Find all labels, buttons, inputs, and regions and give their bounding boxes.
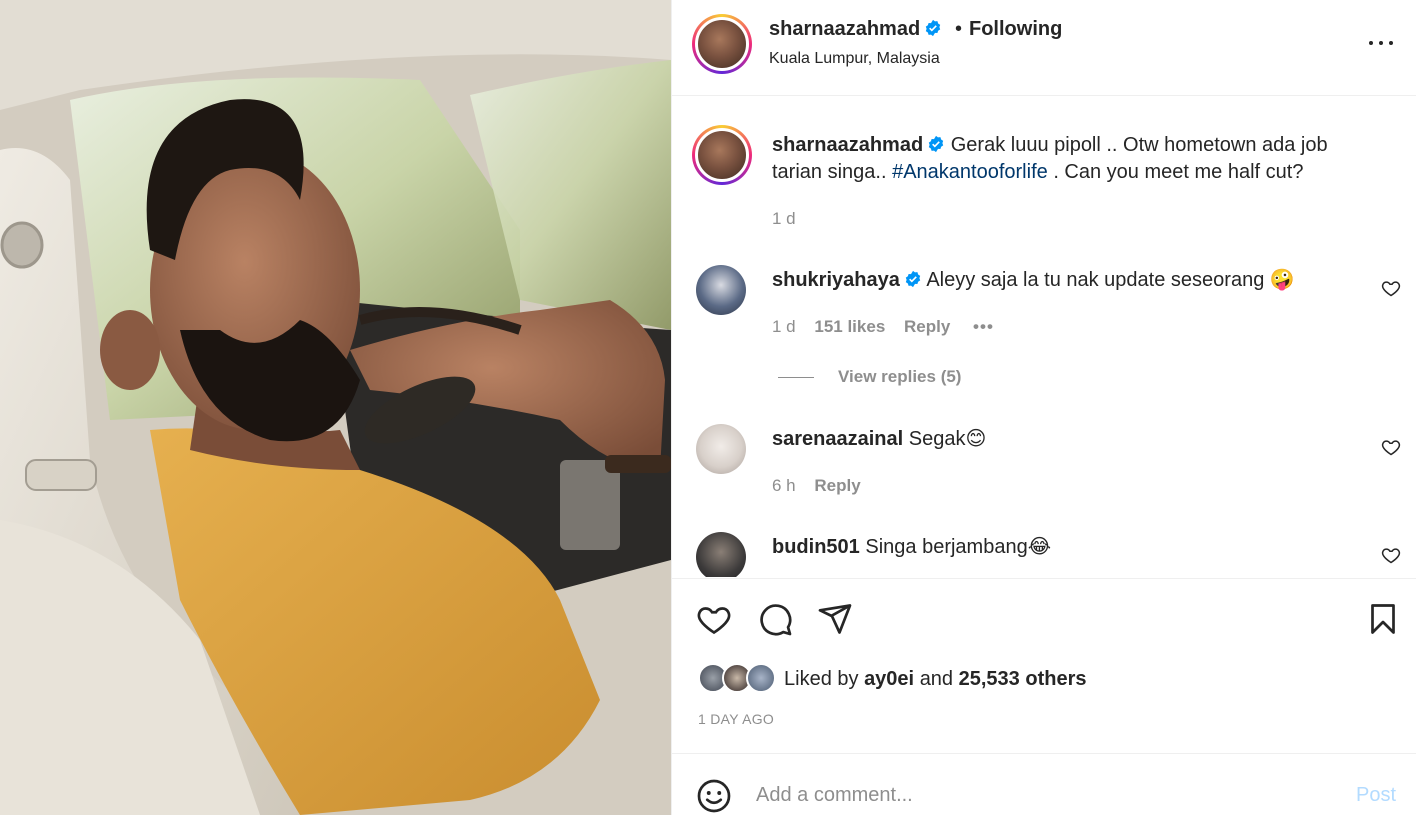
comment-text: Segak😊 [908,428,987,450]
caption-text-part1: Gerak luuu pipoll .. Otw hometown ada jo… [950,134,1328,156]
post-detail-panel: sharnaazahmad • Following Kuala Lumpur, … [671,0,1416,815]
comment-meta: 1 d 151 likes Reply ••• [772,317,994,337]
comment-row: budin501 Singa berjambang😂 [772,534,1352,561]
liker-avatar [746,663,776,693]
post-actions: Liked by ay0ei and 25,533 others 1 DAY A… [672,578,1416,753]
emoji-icon[interactable] [696,778,732,814]
view-replies-button[interactable]: View replies (5) [778,367,961,387]
verified-icon [928,135,944,153]
comment-avatar[interactable] [696,424,746,474]
caption-avatar[interactable] [692,125,752,185]
more-icon [1369,41,1373,45]
comment-row: shukriyahaya Aleyy saja la tu nak update… [772,267,1352,294]
more-options-button[interactable] [1365,32,1397,52]
comment-username[interactable]: budin501 [772,536,860,558]
comment-more-button[interactable]: ••• [973,317,994,336]
comment-meta: 6 h Reply [772,476,861,496]
header-separator: • [955,18,963,40]
caption-hashtag[interactable]: #Anakantooforlife [892,161,1048,183]
comment-icon[interactable] [757,601,793,637]
heart-icon[interactable] [1381,278,1401,298]
author-avatar[interactable] [692,14,752,74]
comment-likes[interactable]: 151 likes [814,317,885,336]
share-icon[interactable] [817,601,853,637]
liked-by-text: Liked by ay0ei and 25,533 others [784,668,1086,691]
post-comment-button[interactable]: Post [1356,784,1396,807]
comment-avatar[interactable] [696,265,746,315]
liked-by-user[interactable]: ay0ei [864,668,914,690]
caption-text-part2: tarian singa.. [772,161,887,183]
comments-list[interactable]: sharnaazahmad Gerak luuu pipoll .. Otw h… [672,97,1416,577]
more-icon-dot [1379,41,1383,45]
heart-icon[interactable] [1381,545,1401,565]
liked-by-others[interactable]: 25,533 others [959,668,1087,690]
more-icon-dot [1389,41,1393,45]
caption-line-2: tarian singa.. #Anakantooforlife . Can y… [772,159,1402,186]
caption-line-1: sharnaazahmad Gerak luuu pipoll .. Otw h… [772,132,1402,159]
view-replies-line [778,377,814,379]
reply-button[interactable]: Reply [814,476,860,495]
comment-row: sarenaazainal Segak😊 [772,426,1352,453]
verified-icon [905,270,921,288]
post-photo[interactable] [0,0,671,815]
liked-by-avatars[interactable] [698,663,778,695]
liked-by-prefix: Liked by [784,668,859,690]
heart-icon[interactable] [1381,437,1401,457]
comment-time[interactable]: 1 d [772,317,796,336]
comment-input[interactable] [756,780,1316,810]
liked-by-middle: and [919,668,954,690]
caption-username[interactable]: sharnaazahmad [772,134,923,156]
verified-icon [925,19,941,37]
comment-avatar[interactable] [696,532,746,577]
heart-icon[interactable] [696,601,732,637]
author-username-row[interactable]: sharnaazahmad [769,18,942,41]
comment-text: Aleyy saja la tu nak update seseorang 🤪 [926,269,1295,291]
author-username[interactable]: sharnaazahmad [769,18,920,40]
comment-time[interactable]: 6 h [772,476,796,495]
post-header: sharnaazahmad • Following Kuala Lumpur, … [672,0,1416,96]
bookmark-icon[interactable] [1365,601,1401,637]
caption-text-part3: . Can you meet me half cut? [1053,161,1304,183]
comment-text: Singa berjambang😂 [865,536,1052,558]
following-button[interactable]: Following [969,18,1062,41]
post-photo-illustration [0,0,671,815]
caption-time[interactable]: 1 d [772,209,796,229]
comment-username[interactable]: shukriyahaya [772,269,900,291]
reply-button[interactable]: Reply [904,317,950,336]
comment-username[interactable]: sarenaazainal [772,428,903,450]
post-location[interactable]: Kuala Lumpur, Malaysia [769,50,940,68]
add-comment-bar: Post [672,753,1416,815]
post-timestamp[interactable]: 1 DAY AGO [698,711,774,727]
view-replies-label: View replies (5) [838,367,962,386]
